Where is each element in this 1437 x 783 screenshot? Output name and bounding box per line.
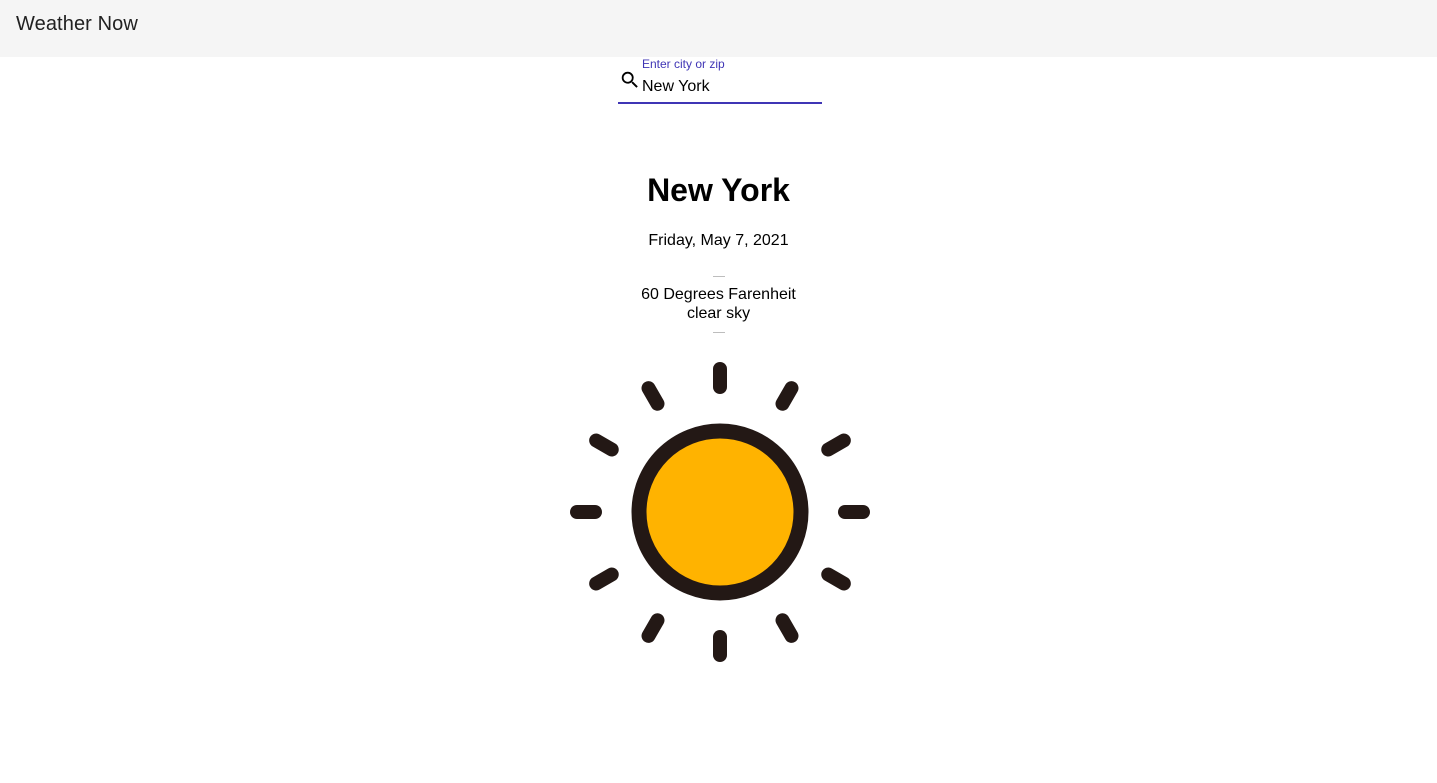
sun-icon xyxy=(570,362,870,662)
search-input[interactable] xyxy=(642,76,818,98)
sun-ray xyxy=(641,381,665,411)
app-bar: Weather Now xyxy=(0,0,1437,57)
search-label: Enter city or zip xyxy=(642,57,725,71)
sun-ray xyxy=(589,567,619,591)
sun-ray xyxy=(821,567,851,591)
sun-ray xyxy=(641,613,665,643)
app-title: Weather Now xyxy=(16,13,138,35)
sun-ray xyxy=(775,613,799,643)
city-name: New York xyxy=(647,172,790,208)
weather-date: Friday, May 7, 2021 xyxy=(648,232,789,249)
sun-ray xyxy=(589,433,619,457)
sun-ray xyxy=(775,381,799,411)
search-field[interactable]: Enter city or zip xyxy=(618,57,822,104)
temperature-text: 60 Degrees Farenheit xyxy=(641,286,796,303)
sun-ray xyxy=(821,433,851,457)
search-icon xyxy=(621,71,638,88)
weather-description: clear sky xyxy=(686,305,751,322)
divider-bottom xyxy=(713,332,725,333)
divider-top xyxy=(713,276,725,277)
